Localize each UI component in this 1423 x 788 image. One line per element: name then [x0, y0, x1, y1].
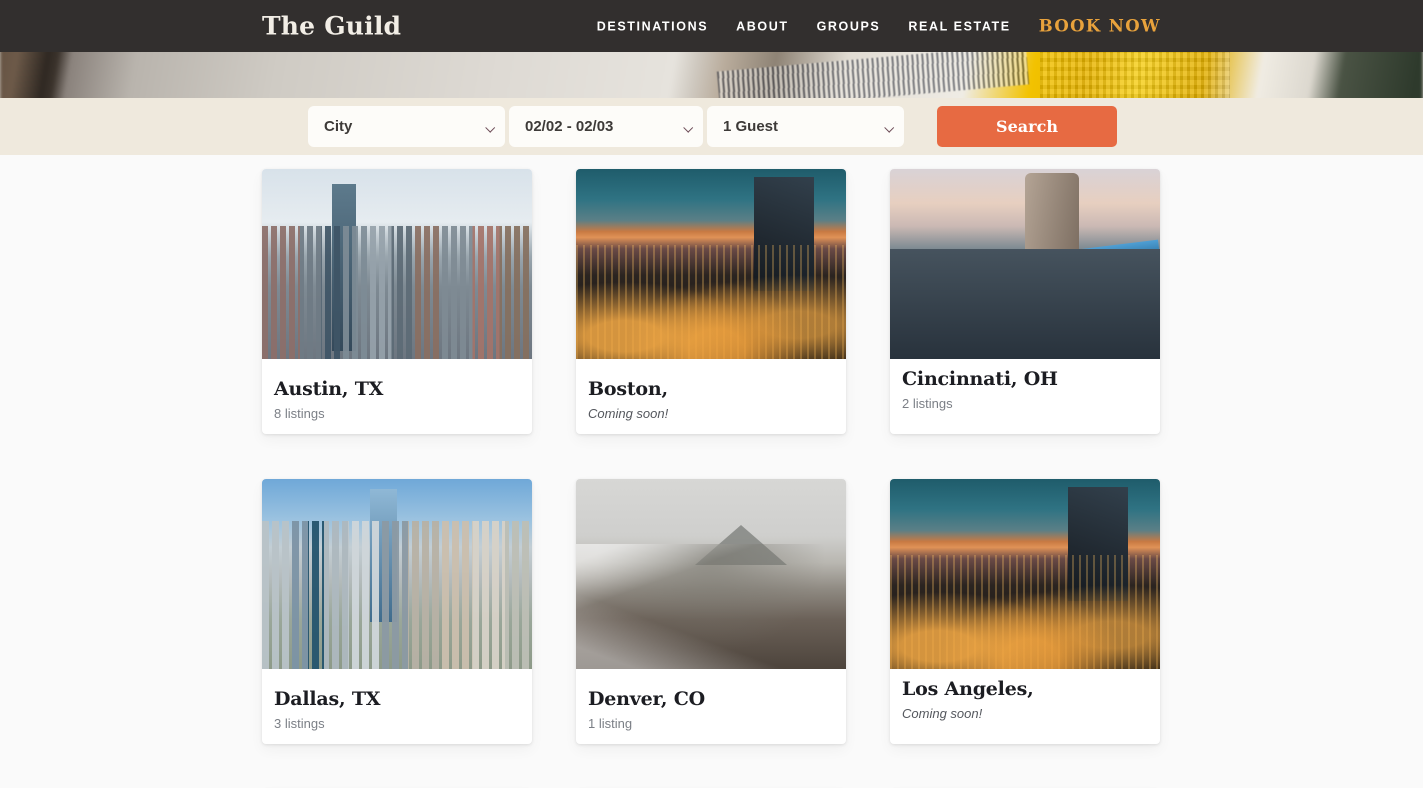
- destination-card-dallas[interactable]: Dallas, TX 3 listings: [262, 479, 532, 744]
- dallas-tower-shape: [370, 488, 397, 622]
- city-select[interactable]: City: [308, 106, 505, 147]
- hero-yellow-knit: [1040, 52, 1230, 98]
- search-button[interactable]: Search: [937, 106, 1117, 147]
- nav-item-real-estate[interactable]: REAL ESTATE: [908, 19, 1010, 33]
- dallas-skyline-image: [262, 479, 532, 669]
- card-coming-soon: Coming soon!: [588, 405, 669, 421]
- guests-select[interactable]: 1 Guest: [707, 106, 904, 147]
- boston-tower-shape: [754, 176, 814, 291]
- main-nav: DESTINATIONS ABOUT GROUPS REAL ESTATE BO…: [597, 17, 1161, 36]
- destinations-section: Austin, TX 8 listings Boston, Coming soo…: [0, 155, 1423, 788]
- austin-skyline-image: [262, 169, 532, 359]
- card-body: Cincinnati, OH 2 listings: [890, 359, 1160, 411]
- card-body: Austin, TX 8 listings: [262, 359, 532, 421]
- search-controls: City 02/02 - 02/03 1 Guest Search: [308, 106, 1117, 147]
- denver-peak-shape: [694, 524, 787, 565]
- card-body: Denver, CO 1 listing: [576, 669, 846, 731]
- destination-card-boston[interactable]: Boston, Coming soon!: [576, 169, 846, 434]
- destination-card-denver[interactable]: Denver, CO 1 listing: [576, 479, 846, 744]
- nav-item-about[interactable]: ABOUT: [736, 19, 788, 33]
- austin-tower-shape: [332, 184, 357, 352]
- date-range-select[interactable]: 02/02 - 02/03: [509, 106, 703, 147]
- cincinnati-bridge-image: [890, 169, 1160, 359]
- nav-item-groups[interactable]: GROUPS: [817, 19, 881, 33]
- denver-mountains-image: [576, 479, 846, 669]
- card-body: Dallas, TX 3 listings: [262, 669, 532, 731]
- card-title: Boston,: [588, 378, 668, 400]
- date-range-value: 02/02 - 02/03: [525, 118, 614, 135]
- search-bar: City 02/02 - 02/03 1 Guest Search: [0, 98, 1423, 155]
- boston-dusk-skyline-image: [576, 169, 846, 359]
- destination-card-grid: Austin, TX 8 listings Boston, Coming soo…: [262, 169, 1161, 788]
- los-angeles-dusk-skyline-image: [890, 479, 1160, 669]
- site-header: The Guild DESTINATIONS ABOUT GROUPS REAL…: [0, 0, 1423, 52]
- site-logo[interactable]: The Guild: [262, 12, 401, 41]
- card-title: Austin, TX: [274, 378, 384, 400]
- card-body: Los Angeles, Coming soon!: [890, 669, 1160, 721]
- city-select-value: City: [324, 118, 353, 135]
- card-title: Cincinnati, OH: [902, 368, 1058, 390]
- card-title: Los Angeles,: [902, 678, 1034, 700]
- destination-card-austin[interactable]: Austin, TX 8 listings: [262, 169, 532, 434]
- destination-card-cincinnati[interactable]: Cincinnati, OH 2 listings: [890, 169, 1160, 434]
- card-listing-count: 3 listings: [274, 715, 325, 731]
- card-listing-count: 8 listings: [274, 405, 325, 421]
- book-now-button[interactable]: BOOK NOW: [1039, 17, 1161, 36]
- chevron-down-icon: [884, 122, 895, 133]
- card-body: Boston, Coming soon!: [576, 359, 846, 421]
- card-title: Denver, CO: [588, 688, 706, 710]
- nav-item-destinations[interactable]: DESTINATIONS: [597, 19, 708, 33]
- chevron-down-icon: [485, 122, 496, 133]
- chevron-down-icon: [683, 122, 694, 133]
- destination-card-los-angeles[interactable]: Los Angeles, Coming soon!: [890, 479, 1160, 744]
- card-listing-count: 1 listing: [588, 715, 633, 731]
- card-coming-soon: Coming soon!: [902, 705, 983, 721]
- cincinnati-bridge-tower: [1025, 172, 1079, 359]
- card-listing-count: 2 listings: [902, 395, 953, 411]
- guests-value: 1 Guest: [723, 118, 779, 135]
- card-title: Dallas, TX: [274, 688, 381, 710]
- los-angeles-tower-shape: [1068, 486, 1128, 601]
- hero-image: [0, 52, 1423, 98]
